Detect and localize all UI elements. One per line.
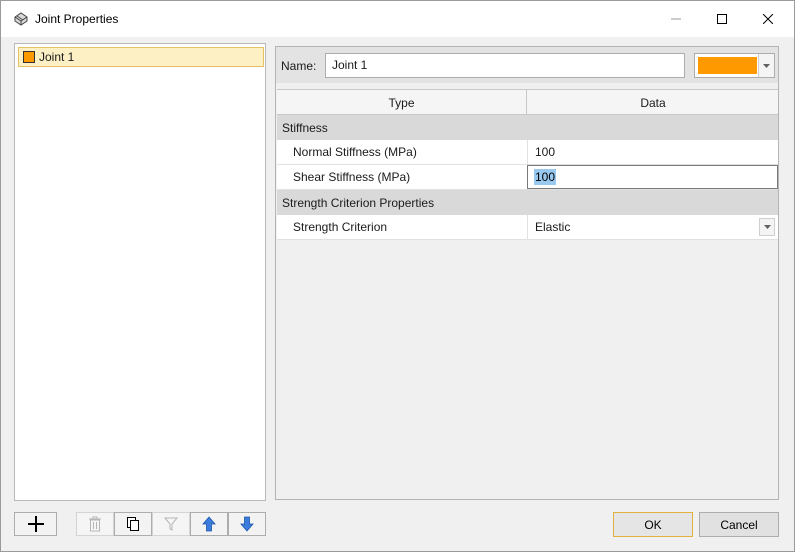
color-swatch <box>23 51 35 63</box>
name-bar: Name: Joint 1 <box>276 47 778 83</box>
window-title: Joint Properties <box>35 12 119 26</box>
arrow-up-icon <box>202 516 216 532</box>
app-icon <box>14 12 28 26</box>
name-label: Name: <box>281 59 317 73</box>
table-row[interactable]: Strength Criterion Elastic <box>277 215 778 240</box>
column-header-type[interactable]: Type <box>277 90 527 115</box>
dropdown-toggle[interactable] <box>759 218 775 236</box>
column-header-data[interactable]: Data <box>528 90 778 115</box>
selected-value: Elastic <box>535 220 571 234</box>
close-icon <box>763 14 773 24</box>
color-dropdown-toggle[interactable] <box>758 54 774 77</box>
color-picker[interactable] <box>694 53 775 78</box>
row-label: Strength Criterion <box>293 220 388 234</box>
row-label: Normal Stiffness (MPa) <box>293 145 417 159</box>
close-button[interactable] <box>745 1 791 37</box>
shear-stiffness-input[interactable]: 100 <box>527 165 778 189</box>
maximize-button[interactable] <box>699 1 745 37</box>
cancel-button[interactable]: Cancel <box>699 512 779 537</box>
ok-button[interactable]: OK <box>613 512 693 537</box>
group-stiffness: Stiffness <box>277 115 778 140</box>
color-preview <box>698 57 757 74</box>
delete-button[interactable] <box>76 512 114 536</box>
joint-list[interactable]: Joint 1 <box>14 43 266 501</box>
joint-properties-dialog: Joint Properties Joint 1 Name: Joint 1 T… <box>0 0 795 552</box>
arrow-down-icon <box>240 516 254 532</box>
normal-stiffness-value[interactable]: 100 <box>527 140 778 164</box>
copy-button[interactable] <box>114 512 152 536</box>
strength-criterion-select[interactable]: Elastic <box>527 215 778 239</box>
list-item-joint-1[interactable]: Joint 1 <box>18 47 264 67</box>
group-strength-criterion: Strength Criterion Properties <box>277 190 778 215</box>
move-down-button[interactable] <box>228 512 266 536</box>
table-row[interactable]: Normal Stiffness (MPa) 100 <box>277 140 778 165</box>
chevron-down-icon <box>763 63 770 68</box>
minimize-icon <box>671 18 681 20</box>
chevron-down-icon <box>763 225 771 229</box>
filter-icon <box>164 517 178 531</box>
properties-panel: Name: Joint 1 Type Data Stiffness Normal… <box>275 46 779 500</box>
name-input[interactable]: Joint 1 <box>325 53 685 78</box>
table-row[interactable]: Shear Stiffness (MPa) 100 <box>277 165 778 190</box>
move-up-button[interactable] <box>190 512 228 536</box>
list-item-label: Joint 1 <box>39 50 75 64</box>
add-button[interactable] <box>14 512 57 536</box>
minimize-button[interactable] <box>653 1 699 37</box>
grid-header: Type Data <box>277 89 778 115</box>
plus-icon <box>27 516 44 532</box>
maximize-icon <box>717 14 727 24</box>
property-grid: Type Data Stiffness Normal Stiffness (MP… <box>277 89 778 240</box>
title-bar: Joint Properties <box>1 1 794 37</box>
trash-icon <box>89 516 101 532</box>
row-label: Shear Stiffness (MPa) <box>293 170 411 184</box>
filter-button[interactable] <box>152 512 190 536</box>
selected-text: 100 <box>534 169 557 185</box>
copy-icon <box>127 517 139 531</box>
